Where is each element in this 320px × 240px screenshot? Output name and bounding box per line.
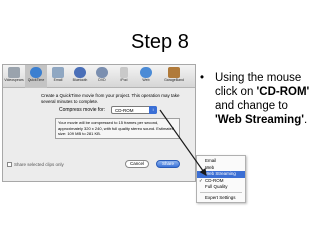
- dvd-icon: [96, 67, 108, 78]
- bullet-dot: •: [200, 72, 205, 84]
- email-icon: [52, 67, 64, 78]
- toolbar-item-garageband[interactable]: GarageBand: [163, 65, 185, 88]
- menu-item-label: Expert Settings: [205, 194, 236, 200]
- menu-item-expert-settings[interactable]: Expert Settings: [197, 195, 245, 202]
- toolbar-item-label: Videospears: [4, 78, 24, 82]
- toolbar-item-web[interactable]: Web: [135, 65, 157, 88]
- menu-item-label: CD-ROM: [205, 177, 224, 183]
- share-dialog: Videospears QuickTime Email Bluetooth DV…: [2, 64, 196, 182]
- compression-info: Your movie will be compressed to 15 fram…: [55, 118, 180, 139]
- menu-item-label: Web: [205, 164, 215, 170]
- menu-item-label: Web Streaming: [205, 171, 236, 176]
- guitar-icon: [168, 67, 180, 78]
- compress-select-value: CD-ROM: [115, 108, 134, 113]
- toolbar-item-bluetooth[interactable]: Bluetooth: [69, 65, 91, 88]
- instruction-suffix: .: [303, 114, 308, 126]
- compress-select[interactable]: CD-ROM ↕: [111, 106, 157, 114]
- cancel-button[interactable]: Cancel: [125, 160, 149, 168]
- instruction-cdrom: 'CD-ROM': [256, 86, 310, 98]
- dialog-description: Create a QuickTime movie from your proje…: [41, 93, 180, 104]
- menu-item-label: Full Quality: [205, 184, 228, 189]
- bluetooth-icon: [74, 67, 86, 78]
- toolbar-item-ipod[interactable]: iPod: [113, 65, 135, 88]
- share-selected-label: Share selected clips only: [14, 162, 64, 167]
- toolbar-item-label: QuickTime: [27, 78, 45, 82]
- toolbar-item-label: Email: [53, 78, 63, 82]
- web-icon: [140, 67, 152, 78]
- toolbar-item-label: Web: [142, 78, 150, 82]
- checkbox-box[interactable]: [7, 162, 12, 168]
- toolbar-item-dvd[interactable]: DVD: [91, 65, 113, 88]
- instruction-text: Using the mouse click on 'CD-ROM' and ch…: [215, 71, 315, 127]
- instruction-web-streaming: 'Web Streaming': [215, 114, 304, 126]
- slide-title: Step 8: [131, 31, 189, 53]
- compress-menu: Email Web Web Streaming ✓ CD-ROM Full Qua…: [196, 155, 246, 203]
- toolbar-item-email[interactable]: Email: [47, 65, 69, 88]
- toolbar-item-videospears[interactable]: Videospears: [3, 65, 25, 88]
- toolbar-item-label: Bluetooth: [72, 78, 88, 82]
- toolbar-item-label: GarageBand: [164, 78, 184, 82]
- instruction-bullet: • Using the mouse click on 'CD-ROM' and …: [200, 71, 315, 127]
- menu-item-label: Email: [205, 158, 217, 163]
- quicktime-icon: [30, 67, 42, 78]
- compress-label: Compress movie for:: [59, 107, 106, 113]
- share-selected-checkbox[interactable]: Share selected clips only: [7, 161, 64, 168]
- toolbar-item-quicktime[interactable]: QuickTime: [25, 65, 47, 88]
- film-icon: [8, 67, 20, 78]
- menu-separator: [200, 192, 242, 193]
- dialog-toolbar: Videospears QuickTime Email Bluetooth DV…: [3, 65, 195, 88]
- updown-arrow-icon: ↕: [149, 106, 157, 114]
- share-button[interactable]: Share: [156, 160, 180, 168]
- toolbar-item-label: iPod: [120, 78, 128, 82]
- ipod-icon: [120, 67, 128, 78]
- instruction-middle: and change to: [215, 100, 288, 112]
- menu-item-full-quality[interactable]: Full Quality: [197, 184, 245, 191]
- toolbar-item-label: DVD: [98, 78, 106, 82]
